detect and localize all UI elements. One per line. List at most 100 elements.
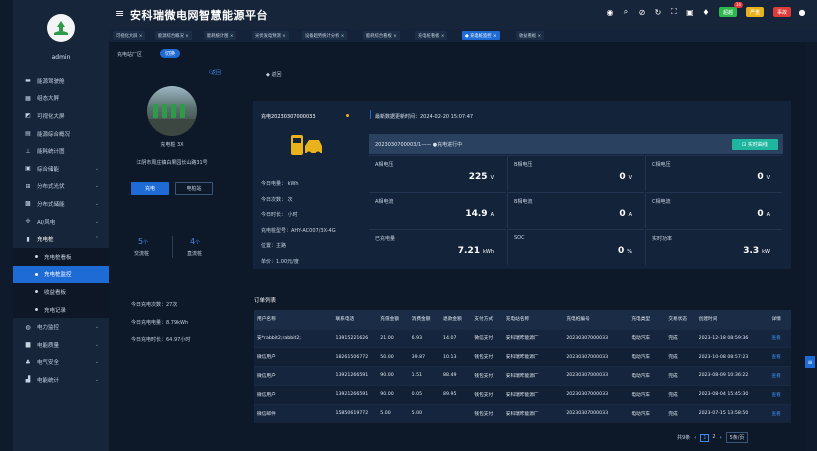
tab-item[interactable]: 收益看板 × [516, 31, 545, 40]
station-crumb: 充电站厂区 [117, 52, 143, 58]
table-cell: 安科瑞昨能源厂 [502, 366, 564, 386]
sidebar-item[interactable]: ⊞ 分布式光伏 ⌄ [13, 178, 109, 196]
table-cell: 21.00 [377, 328, 409, 348]
station-panel: 充电站厂区 切换 〈返回 充电桩 3X 江阴市周庄镇白果园长山路31号 充电 电… [109, 42, 235, 451]
menu-icon: ▣ [25, 165, 31, 173]
tab-item[interactable]: 充电桩看板 × [415, 31, 448, 40]
metric-label: SOC [514, 235, 525, 241]
station-button[interactable]: 电桩站 [175, 182, 213, 195]
sidebar-item[interactable]: ▤ 能源综合概况 [13, 125, 109, 143]
refresh-icon[interactable]: ↻ [653, 7, 663, 17]
metric-value: 0A [619, 209, 632, 219]
alarm-badge[interactable]: 事故 [772, 7, 791, 17]
sidebar-item-label: 充电桩看板 [44, 254, 72, 261]
sidebar-item[interactable]: ▟ 电能统计 ⌄ [13, 371, 109, 389]
table-cell: 安科瑞昨能源厂 [502, 384, 564, 405]
sidebar-item[interactable]: ▬ 能源驾驶舱 [13, 72, 109, 90]
alarm-badge[interactable]: 严重 [745, 7, 764, 17]
fullscreen-icon[interactable]: ⛶ [669, 7, 679, 17]
menu-icon: ⊞ [25, 182, 31, 190]
sidebar-item[interactable]: ⊥ 能耗统计图 [13, 142, 109, 160]
alarm-badge[interactable]: 超越 14 [718, 2, 743, 17]
screen-icon[interactable]: ▣ [685, 7, 695, 17]
charging-button[interactable]: 充电 [131, 182, 169, 195]
side-toggle-icon[interactable]: ≡ [805, 356, 815, 368]
menu-toggle-icon[interactable]: ≡ [115, 7, 124, 20]
logo-icon [47, 14, 75, 42]
status-dot [346, 114, 349, 117]
view-detail-link[interactable]: 查看 [771, 412, 780, 417]
metric-number: 225 [468, 172, 488, 182]
today-time: 今日充电时长：64.97小时 [131, 337, 191, 343]
menu-icon: ◍ [25, 323, 31, 331]
sidebar-item[interactable]: ✢ AI/风电 ⌄ [13, 213, 109, 231]
sidebar-item[interactable]: ◍ 电力监控 ⌄ [13, 318, 109, 336]
table-cell: 5.00 [408, 403, 441, 423]
tab-item[interactable]: 能源综合概况 × [155, 31, 192, 40]
sidebar-item-label: 能耗统计图 [37, 149, 65, 156]
tab-item[interactable]: ● 充电桩监控 × [462, 31, 500, 40]
user-icon[interactable]: ● [797, 7, 807, 17]
view-detail-link[interactable]: 查看 [771, 355, 780, 360]
prev-page-icon[interactable]: ‹ [694, 435, 696, 441]
sidebar-item-label: 电能统计 [37, 377, 60, 384]
table-header-cell: 充电类型 [628, 310, 666, 329]
table-header-cell: 详情 [768, 310, 791, 329]
sidebar-item[interactable]: ▣ 综合储能 ⌄ [13, 160, 109, 178]
sidebar-item[interactable]: ◩ 可视化大屏 [13, 107, 109, 125]
table-cell: 查看 [768, 384, 791, 405]
sidebar-item[interactable]: ▆ 电能质量 ⌄ [13, 336, 109, 354]
tab-item[interactable]: 光伏发电预测 × [252, 31, 289, 40]
metric-value: 0A [757, 209, 770, 219]
view-detail-link[interactable]: 查看 [771, 336, 780, 341]
metric-cell: A相电压 225 V [369, 155, 506, 191]
total-count: 共9条 [677, 435, 691, 441]
next-page-icon[interactable]: › [720, 435, 722, 441]
sidebar-item[interactable]: 收益看板 [13, 283, 109, 301]
shirt-icon[interactable]: ♦ [701, 7, 711, 17]
table-cell: 查看 [768, 328, 791, 348]
table-cell: 安科瑞昨能源厂 [502, 347, 564, 367]
sidebar-item-label: 收益看板 [44, 289, 67, 296]
back-link[interactable]: ◆ 返回 [266, 71, 281, 78]
view-detail-link[interactable]: 查看 [771, 393, 780, 398]
view-detail-link[interactable]: 查看 [771, 374, 780, 379]
tab-item[interactable]: 可视化大屏 × [113, 31, 146, 40]
page-size-select[interactable]: 5条/页 [725, 432, 749, 443]
metric-cell: 实时功率 3.3 kW [645, 229, 782, 265]
sidebar-item[interactable]: 充电桩看板 [13, 247, 109, 266]
gun-status: 2023030700003/1—— ●充电进行中 [375, 142, 463, 148]
sidebar-item[interactable]: ▩ 分布式储能 ⌄ [13, 195, 109, 213]
main-content: 充电站厂区 切换 〈返回 充电桩 3X 江阴市周庄镇白果园长山路31号 充电 电… [109, 42, 805, 451]
sidebar-item-label: 能源驾驶舱 [37, 78, 65, 85]
metric-unit: A [628, 212, 632, 218]
table-cell: 88.49 [440, 366, 472, 386]
search-icon[interactable]: ⌕ [621, 7, 631, 17]
metric-unit: A [766, 212, 770, 218]
tab-item[interactable]: 能耗综合看板 × [363, 31, 400, 40]
menu-icon: ▬ [25, 77, 31, 85]
tab-item[interactable]: 能耗统计图 × [204, 31, 237, 40]
sidebar-item[interactable]: 充电记录 [13, 300, 109, 319]
page-number[interactable]: 1 [700, 433, 710, 442]
side-menu: ▬ 能源驾驶舱 ▦ 组态大屏 ◩ 可视化大屏 ▤ 能源综合概况 ⊥ 能耗统计图 ▣ 综合储能 ⌄ ⊞ 分布式… [13, 72, 109, 389]
collapse-link[interactable]: 〈返回 [206, 69, 221, 76]
sidebar-item[interactable]: 充电桩监控 [13, 265, 109, 284]
sidebar-item[interactable]: ▮ 充电桩 ⌃ [13, 230, 109, 248]
metric-cell: 已充电量 7.21 kWh [369, 229, 506, 265]
menu-icon: ◩ [25, 112, 31, 120]
metric-label: C相电压 [652, 162, 671, 168]
pile-info-line: 今日电量： kWh [261, 181, 299, 187]
github-icon[interactable]: ◉ [605, 7, 615, 17]
page-number[interactable]: 2 [712, 434, 715, 442]
mute-icon[interactable]: ⊘ [637, 7, 647, 17]
pile-id: 充电20230307000033 [261, 114, 316, 120]
sidebar-item[interactable]: ▦ 组态大屏 [13, 90, 109, 108]
table-cell: 钱包支付 [471, 366, 503, 386]
realtime-curve-button[interactable]: ⊡ 实时曲线 [732, 139, 778, 150]
table-cell: 安*rabbit2;rabbit2; [254, 328, 333, 348]
sidebar-item[interactable]: ♣ 电气安全 ⌄ [13, 354, 109, 372]
table-cell: 90.00 [377, 384, 409, 405]
tab-item[interactable]: 设备趋势统计分析 × [302, 31, 348, 40]
switch-button[interactable]: 切换 [160, 49, 180, 58]
